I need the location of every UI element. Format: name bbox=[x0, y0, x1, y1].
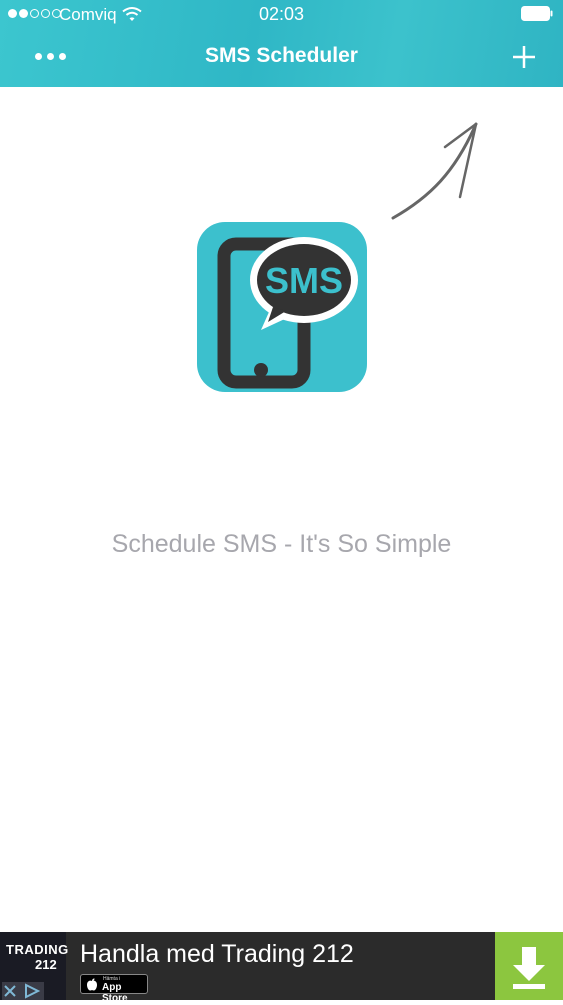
ad-headline: Handla med Trading 212 bbox=[80, 940, 354, 968]
app-store-badge-title: App Store bbox=[102, 982, 128, 1004]
battery-icon bbox=[521, 6, 553, 21]
download-icon bbox=[513, 947, 545, 989]
hint-arrow-icon bbox=[391, 122, 478, 220]
add-button[interactable] bbox=[502, 34, 546, 78]
sms-app-icon: SMS bbox=[197, 222, 367, 392]
header: Comviq 02:03 SMS Scheduler bbox=[0, 0, 563, 87]
download-button[interactable] bbox=[495, 932, 563, 1000]
status-bar: Comviq 02:03 bbox=[0, 0, 563, 30]
ad-brand-number: 212 bbox=[35, 957, 57, 972]
ad-choices-icon[interactable] bbox=[2, 982, 44, 1000]
empty-state-tagline: Schedule SMS - It's So Simple bbox=[111, 530, 452, 558]
ad-brand-name: TRADING bbox=[6, 942, 69, 957]
status-time: 02:03 bbox=[258, 4, 305, 24]
apple-icon bbox=[87, 978, 97, 991]
plus-icon bbox=[513, 46, 535, 68]
ad-banner[interactable]: TRADING 212 Handla med Trading 212 Hämta… bbox=[0, 932, 563, 1004]
navigation-bar: SMS Scheduler bbox=[0, 30, 563, 87]
page-title: SMS Scheduler bbox=[205, 44, 358, 67]
sms-icon-label: SMS bbox=[265, 260, 343, 301]
trading212-logo: TRADING 212 bbox=[0, 932, 69, 1000]
app-store-badge[interactable]: Hämta i App Store bbox=[80, 974, 148, 1004]
